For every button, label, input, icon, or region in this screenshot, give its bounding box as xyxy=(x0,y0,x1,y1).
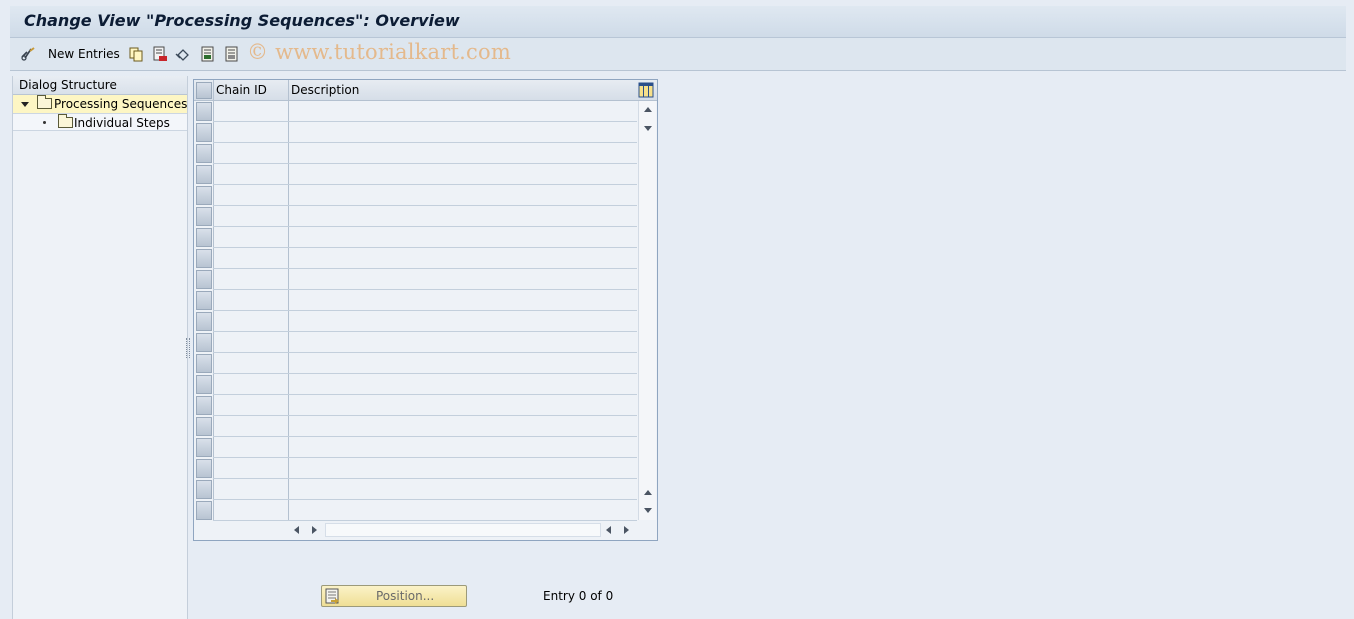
dialog-structure-panel: Dialog Structure Processing Sequences In… xyxy=(12,76,188,619)
row-selector[interactable] xyxy=(196,249,212,268)
table-row xyxy=(213,499,637,500)
horizontal-scrollbar[interactable] xyxy=(289,521,638,539)
delete-button[interactable] xyxy=(152,45,168,63)
row-selector[interactable] xyxy=(196,480,212,499)
scroll-page-up-icon[interactable] xyxy=(644,490,652,495)
row-selector[interactable] xyxy=(196,291,212,310)
glasses-change-icon xyxy=(21,47,35,61)
undo-change-button[interactable] xyxy=(175,45,191,63)
row-selector[interactable] xyxy=(196,102,212,121)
row-selector[interactable] xyxy=(196,123,212,142)
table-row xyxy=(213,226,637,227)
entry-count: Entry 0 of 0 xyxy=(543,589,614,603)
table-control: Chain ID Description xyxy=(193,79,658,541)
deselect-all-icon xyxy=(225,46,238,62)
table-row xyxy=(213,331,637,332)
table-row xyxy=(213,352,637,353)
open-folder-icon xyxy=(37,95,52,109)
vertical-scrollbar[interactable] xyxy=(638,101,656,520)
panel-splitter[interactable] xyxy=(186,338,190,358)
display-change-button[interactable] xyxy=(20,45,36,63)
table-row xyxy=(213,436,637,437)
row-selector[interactable] xyxy=(196,375,212,394)
new-entries-button[interactable]: New Entries xyxy=(48,45,120,63)
row-selector[interactable] xyxy=(196,228,212,247)
undo-icon xyxy=(175,49,189,61)
row-selector[interactable] xyxy=(196,270,212,289)
row-selector[interactable] xyxy=(196,438,212,457)
position-button[interactable]: Position... xyxy=(321,585,467,607)
select-all-rows-button[interactable] xyxy=(196,82,212,99)
row-selector[interactable] xyxy=(196,186,212,205)
row-selector[interactable] xyxy=(196,459,212,478)
scroll-up-icon[interactable] xyxy=(644,107,652,112)
table-row xyxy=(213,205,637,206)
row-selector[interactable] xyxy=(196,312,212,331)
watermark: © www.tutorialkart.com xyxy=(247,40,511,64)
tree-item-processing-sequences[interactable]: Processing Sequences xyxy=(13,95,187,113)
expand-arrow-icon[interactable] xyxy=(21,102,29,107)
scroll-right-end-icon[interactable] xyxy=(624,526,629,534)
delete-icon xyxy=(153,46,167,61)
scroll-page-down-icon[interactable] xyxy=(644,508,652,513)
table-settings-icon xyxy=(638,82,654,98)
scroll-left-end-icon[interactable] xyxy=(606,526,611,534)
scroll-left-icon[interactable] xyxy=(294,526,299,534)
table-row xyxy=(213,394,637,395)
title-bar: Change View "Processing Sequences": Over… xyxy=(10,6,1346,38)
dialog-structure-header: Dialog Structure xyxy=(13,76,187,95)
row-selector[interactable] xyxy=(196,207,212,226)
column-header-chain-id[interactable]: Chain ID xyxy=(216,83,267,97)
horizontal-scroll-track[interactable] xyxy=(325,523,601,537)
table-row xyxy=(213,457,637,458)
folder-icon xyxy=(58,114,73,128)
table-row xyxy=(213,478,637,479)
column-header-description[interactable]: Description xyxy=(291,83,359,97)
tree-item-individual-steps[interactable]: Individual Steps xyxy=(13,113,187,131)
deselect-all-button[interactable] xyxy=(224,45,240,63)
table-row xyxy=(213,268,637,269)
row-selector[interactable] xyxy=(196,144,212,163)
table-header: Chain ID Description xyxy=(194,80,657,101)
table-row xyxy=(213,142,637,143)
table-row xyxy=(213,121,637,122)
application-toolbar: New Entries © www.tutorialkart.com xyxy=(10,38,1346,71)
table-row xyxy=(213,373,637,374)
table-row xyxy=(213,184,637,185)
position-button-label: Position... xyxy=(376,589,435,603)
select-all-button[interactable] xyxy=(200,45,216,63)
row-selector[interactable] xyxy=(196,501,212,520)
column-separator xyxy=(213,80,214,520)
column-separator xyxy=(288,80,289,520)
table-row xyxy=(213,415,637,416)
scroll-down-icon[interactable] xyxy=(644,126,652,131)
copy-icon xyxy=(129,47,143,62)
scroll-right-icon[interactable] xyxy=(312,526,317,534)
copy-as-button[interactable] xyxy=(128,45,144,63)
page-title: Change View "Processing Sequences": Over… xyxy=(24,11,460,30)
table-row xyxy=(213,247,637,248)
tree-item-label: Processing Sequences xyxy=(54,97,188,111)
table-row xyxy=(213,163,637,164)
row-selector[interactable] xyxy=(196,396,212,415)
row-selector[interactable] xyxy=(196,417,212,436)
new-entries-label: New Entries xyxy=(48,47,120,61)
table-settings-button[interactable] xyxy=(638,82,654,98)
row-selector[interactable] xyxy=(196,333,212,352)
row-selector[interactable] xyxy=(196,354,212,373)
position-icon xyxy=(325,588,339,604)
row-selector[interactable] xyxy=(196,165,212,184)
tree-item-label: Individual Steps xyxy=(74,116,170,130)
bullet-icon xyxy=(43,121,46,124)
table-row xyxy=(213,289,637,290)
select-all-icon xyxy=(201,46,214,62)
table-row xyxy=(213,310,637,311)
